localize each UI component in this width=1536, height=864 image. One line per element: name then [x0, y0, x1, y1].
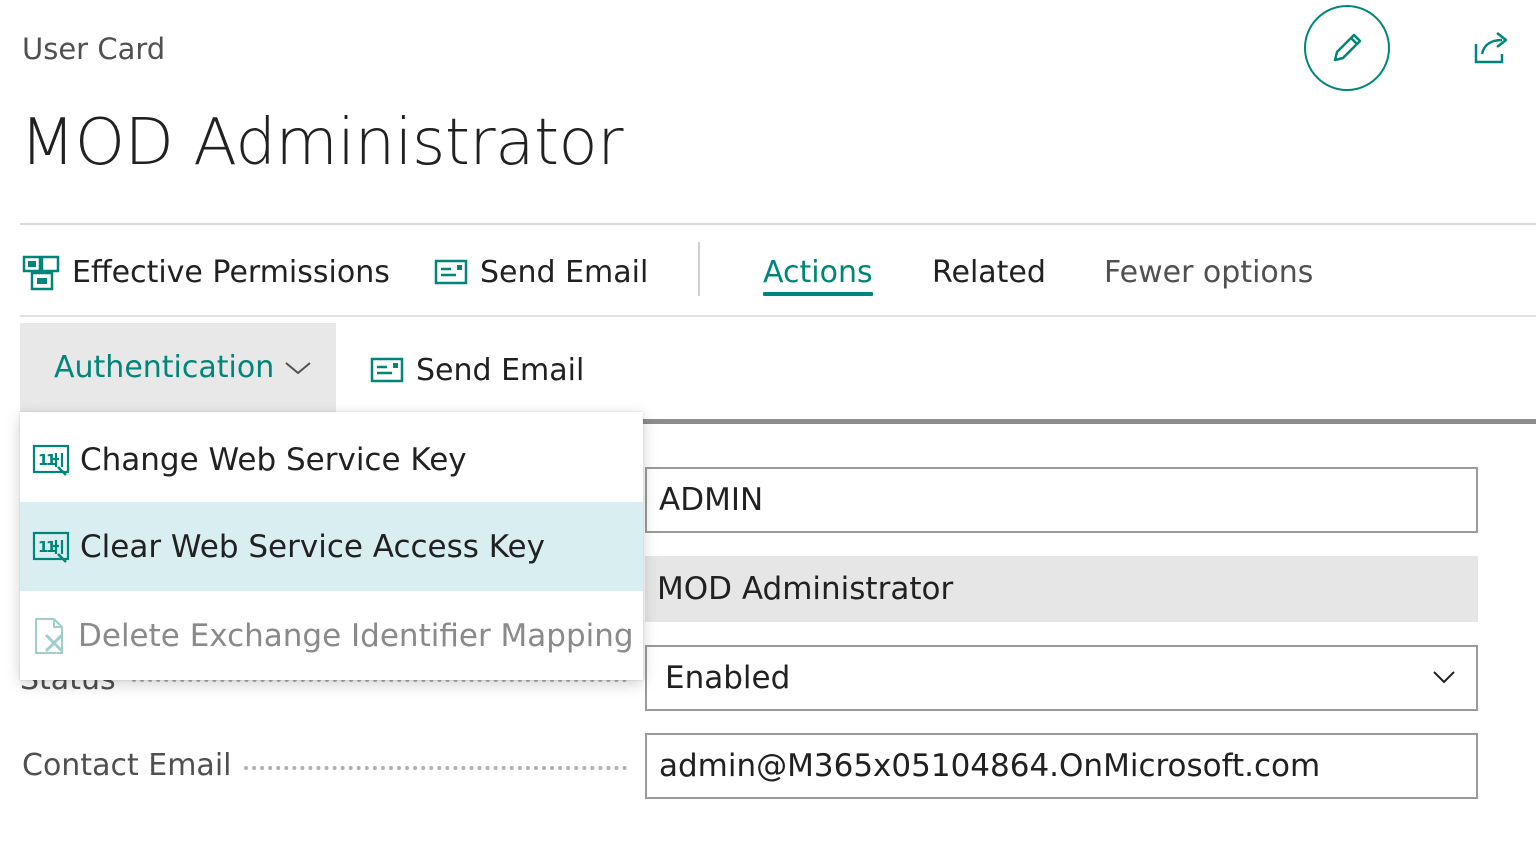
effective-permissions-label: Effective Permissions — [72, 254, 390, 290]
fewer-options-button[interactable]: Fewer options — [1104, 244, 1313, 300]
menu-item-label: Change Web Service Key — [80, 441, 467, 478]
page-title: MOD Administrator — [20, 106, 624, 180]
send-email-button[interactable]: Send Email — [434, 244, 648, 300]
delete-mapping-icon — [32, 617, 68, 655]
tab-actions-label: Actions — [763, 254, 873, 290]
menu-item-clear-web-service-access-key[interactable]: 1 1 Clear Web Service Access Key — [20, 502, 643, 591]
send-email-label: Send Email — [480, 254, 649, 290]
email-icon — [434, 259, 468, 285]
tab-actions[interactable]: Actions — [763, 244, 873, 300]
status-select[interactable]: Enabled — [645, 645, 1478, 711]
menu-item-label: Clear Web Service Access Key — [80, 528, 545, 565]
share-button[interactable] — [1470, 28, 1514, 68]
send-email-subbar-button[interactable]: Send Email — [370, 343, 584, 397]
contact-email-leader-dots — [244, 766, 627, 770]
contact-email-label: Contact Email — [22, 748, 232, 783]
page-caption: User Card — [22, 32, 166, 66]
actionbar-divider — [20, 315, 1536, 317]
status-value: Enabled — [665, 660, 791, 696]
authentication-menu-button[interactable]: Authentication — [20, 323, 336, 412]
email-icon — [370, 357, 404, 383]
actionbar-separator — [698, 242, 700, 296]
header-divider — [20, 223, 1536, 225]
authentication-dropdown-menu: 1 1 Change Web Service Key 1 1 Clear Web… — [20, 412, 643, 680]
contact-email-field[interactable]: admin@M365x05104864.OnMicrosoft.com — [645, 733, 1478, 799]
web-service-key-icon: 1 1 — [32, 530, 70, 564]
tab-actions-underline — [763, 292, 873, 296]
web-service-key-icon: 1 1 — [32, 443, 70, 477]
fewer-options-label: Fewer options — [1104, 254, 1314, 290]
edit-button[interactable] — [1304, 5, 1390, 91]
send-email-subbar-label: Send Email — [416, 352, 585, 388]
contact-email-value: admin@M365x05104864.OnMicrosoft.com — [659, 748, 1321, 784]
full-name-field: MOD Administrator — [645, 556, 1478, 622]
share-icon — [1474, 32, 1508, 64]
chevron-down-icon — [284, 359, 312, 377]
authentication-label: Authentication — [54, 350, 275, 385]
menu-item-label: Delete Exchange Identifier Mapping — [78, 617, 634, 654]
effective-permissions-button[interactable]: Effective Permissions — [22, 244, 390, 300]
full-name-value: MOD Administrator — [657, 571, 954, 607]
user-name-field[interactable]: ADMIN — [645, 467, 1478, 533]
tab-related-label: Related — [932, 254, 1046, 290]
chevron-down-icon — [1432, 669, 1456, 685]
permissions-icon — [22, 253, 60, 291]
section-divider — [642, 419, 1536, 424]
edit-pencil-icon — [1333, 33, 1362, 62]
menu-item-change-web-service-key[interactable]: 1 1 Change Web Service Key — [20, 415, 643, 504]
tab-related[interactable]: Related — [932, 244, 1046, 300]
menu-item-delete-exchange-identifier-mapping[interactable]: Delete Exchange Identifier Mapping — [20, 591, 643, 680]
user-name-value: ADMIN — [659, 482, 764, 518]
